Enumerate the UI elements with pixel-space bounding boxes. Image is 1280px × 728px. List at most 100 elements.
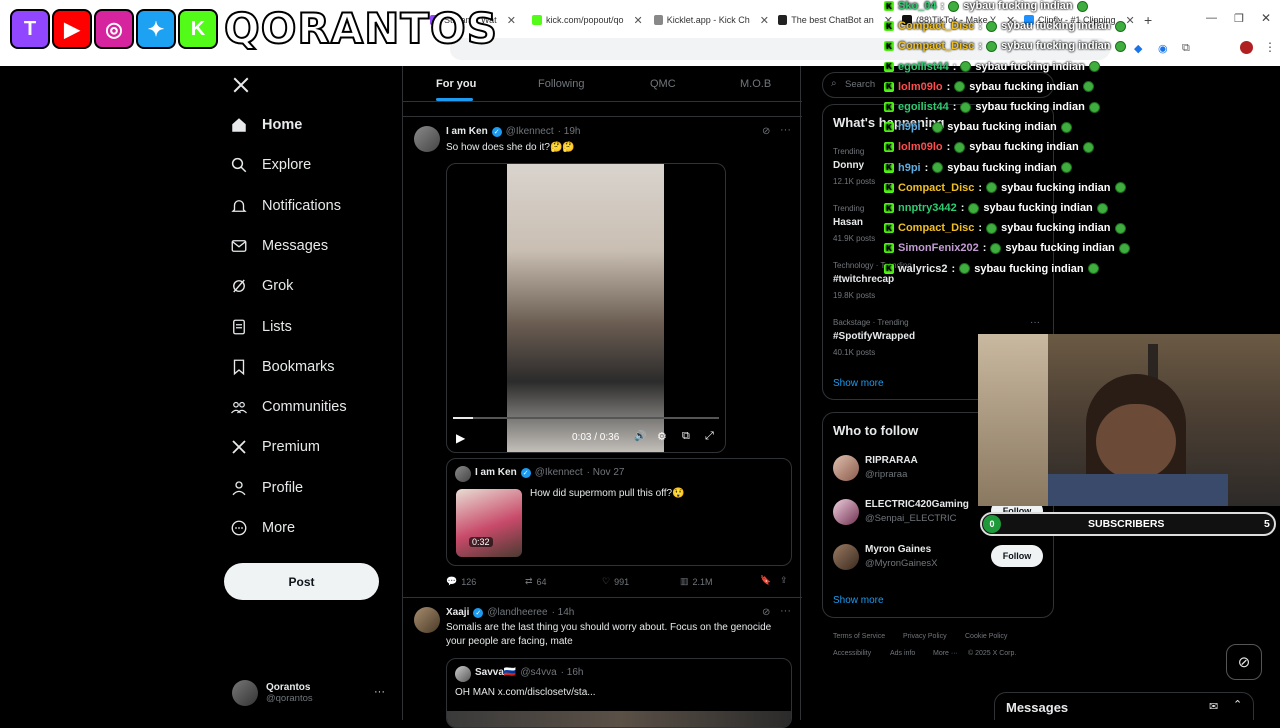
post-button[interactable]: Post [224, 563, 379, 600]
suggestion-name[interactable]: ELECTRIC420Gaming [865, 499, 969, 510]
footer-link[interactable]: Ads info [890, 650, 915, 657]
tweet-time[interactable]: · 19h [558, 126, 581, 137]
close-window-icon[interactable]: ✕ [1261, 11, 1271, 25]
suggestion-name[interactable]: RIPRARAA [865, 455, 918, 466]
envelope-icon [231, 239, 247, 252]
footer-link[interactable]: Cookie Policy [965, 633, 1007, 640]
tweet-handle[interactable]: @Ikennect [506, 126, 554, 137]
nav-item-communities[interactable]: Communities [230, 398, 347, 416]
avatar[interactable] [833, 499, 859, 525]
x-logo-icon[interactable] [232, 76, 250, 94]
grok-floating-icon[interactable]: ⊘ [1226, 644, 1262, 680]
chat-text: sybau fucking indian [1001, 40, 1111, 53]
tweet-handle[interactable]: @landheeree [487, 607, 547, 618]
browser-tab[interactable]: The best ChatBot an✕ [778, 10, 893, 30]
emote-icon [1060, 121, 1072, 133]
expand-icon[interactable]: ⌃ [1233, 698, 1242, 711]
quoted-tweet[interactable]: I am Ken ✓ @Ikennect · Nov 27 0:32 How d… [446, 458, 792, 566]
tab-following[interactable]: Following [538, 78, 584, 90]
chat-username: Compact_Disc [898, 222, 975, 235]
avatar[interactable] [833, 455, 859, 481]
follow-button[interactable]: Follow [991, 545, 1043, 567]
footer-link[interactable]: More ··· [933, 650, 958, 657]
chat-text: sybau fucking indian [963, 0, 1073, 12]
nav-item-profile[interactable]: Profile [230, 479, 303, 497]
new-tab-button[interactable]: + [1144, 12, 1152, 28]
compose-message-icon[interactable]: ✉ [1209, 700, 1218, 713]
avatar[interactable] [414, 126, 440, 152]
close-tab-icon[interactable]: ✕ [507, 14, 516, 27]
nav-item-premium[interactable]: Premium [230, 438, 320, 456]
share-icon[interactable]: ⇪ [780, 575, 788, 586]
puzzle-icon[interactable]: ⧉ [1182, 42, 1190, 55]
video-progress-track[interactable] [453, 417, 719, 419]
tweet-author[interactable]: I am Ken [446, 126, 488, 137]
footer-link[interactable]: Privacy Policy [903, 633, 947, 640]
close-tab-icon[interactable]: ✕ [1126, 14, 1135, 27]
tab-mob[interactable]: M.O.B [740, 78, 771, 90]
tab-title: Kicklet.app - Kick Ch [666, 15, 750, 25]
browser-tab[interactable]: kick.com/popout/qo ✕ [532, 10, 647, 30]
browser-menu-icon[interactable]: ⋮ [1264, 40, 1276, 54]
trend-post-count: 19.8K posts [833, 291, 876, 300]
browser-tab[interactable]: Kicklet.app - Kick Ch ✕ [654, 10, 769, 30]
nav-item-more[interactable]: More [230, 519, 295, 537]
close-tab-icon[interactable]: ✕ [760, 14, 769, 27]
chat-separator: : [924, 121, 929, 134]
profile-avatar-icon[interactable] [1240, 41, 1253, 54]
more-dots-icon[interactable]: ··· [1030, 317, 1040, 328]
volume-icon[interactable]: 🔊 [634, 431, 646, 442]
chat-message: Klolm09lo: sybau fucking indian [884, 81, 1094, 93]
media-icon[interactable]: ◉ [1158, 42, 1168, 55]
suggestion-handle: @MyronGainesX [865, 558, 938, 569]
nav-item-messages[interactable]: Messages [230, 237, 328, 255]
nav-item-home[interactable]: Home [230, 116, 302, 134]
messages-drawer[interactable]: Messages ✉ ⌃ [994, 692, 1254, 720]
settings-gear-icon[interactable]: ⚙ [657, 430, 667, 443]
views-button[interactable]: ▥ 2.1M [680, 576, 713, 587]
fullscreen-icon[interactable]: ⤢ [705, 430, 714, 443]
close-tab-icon[interactable]: ✕ [634, 14, 643, 27]
nav-item-explore[interactable]: Explore [230, 156, 311, 174]
grok-icon[interactable]: ⊘ [762, 126, 770, 137]
nav-item-grok[interactable]: Grok [230, 277, 293, 295]
account-switcher[interactable]: Qorantos @qorantos ··· [232, 680, 385, 706]
reply-button[interactable]: 💬 126 [446, 576, 476, 587]
profile-name: Qorantos [266, 682, 311, 693]
pip-icon[interactable]: ⧉ [682, 430, 690, 443]
more-dots-icon[interactable]: ··· [780, 124, 791, 136]
tweet-time[interactable]: · 14h [552, 607, 575, 618]
tweet-author[interactable]: Xaaji [446, 607, 469, 618]
restore-icon[interactable]: ❐ [1234, 12, 1244, 25]
nav-item-lists[interactable]: Lists [230, 318, 292, 336]
quoted-tweet[interactable]: Savva🇷🇺 @s4vva · 16h OH MAN x.com/disclo… [446, 658, 792, 728]
nav-item-bookmarks[interactable]: Bookmarks [230, 358, 335, 376]
bookmark-icon[interactable]: 🔖 [760, 575, 771, 586]
extension-icon[interactable]: ◆ [1134, 42, 1142, 55]
show-more-link[interactable]: Show more [833, 595, 884, 606]
footer-link[interactable]: © 2025 X Corp. [968, 650, 1016, 657]
show-more-link[interactable]: Show more [833, 378, 884, 389]
suggestion-name[interactable]: Myron Gaines [865, 544, 931, 555]
footer-link[interactable]: Terms of Service [833, 633, 885, 640]
more-dots-icon[interactable]: ··· [374, 686, 385, 698]
tab-for-you[interactable]: For you [436, 78, 476, 90]
footer-link[interactable]: Accessibility [833, 650, 871, 657]
avatar[interactable] [414, 607, 440, 633]
tab-qmc[interactable]: QMC [650, 78, 676, 90]
chat-message: Klolm09lo: sybau fucking indian [884, 141, 1094, 153]
chat-separator: : [982, 242, 987, 255]
tab-favicon-icon [532, 15, 542, 25]
avatar[interactable] [833, 544, 859, 570]
video-player[interactable]: ▶ 0:03 / 0:36 🔊 ⚙ ⧉ ⤢ [446, 163, 726, 453]
more-dots-icon[interactable]: ··· [780, 605, 791, 617]
nav-item-notifications[interactable]: Notifications [230, 197, 341, 215]
grok-icon[interactable]: ⊘ [762, 607, 770, 618]
reply-icon: 💬 [446, 576, 458, 586]
divider [403, 597, 802, 598]
repost-button[interactable]: ⇄ 64 [525, 576, 547, 587]
like-button[interactable]: ♡ 991 [602, 576, 629, 587]
subscriber-goal-bar: 0 SUBSCRIBERS 5 [980, 512, 1276, 536]
minimize-icon[interactable]: — [1206, 12, 1217, 24]
play-icon[interactable]: ▶ [456, 431, 465, 445]
